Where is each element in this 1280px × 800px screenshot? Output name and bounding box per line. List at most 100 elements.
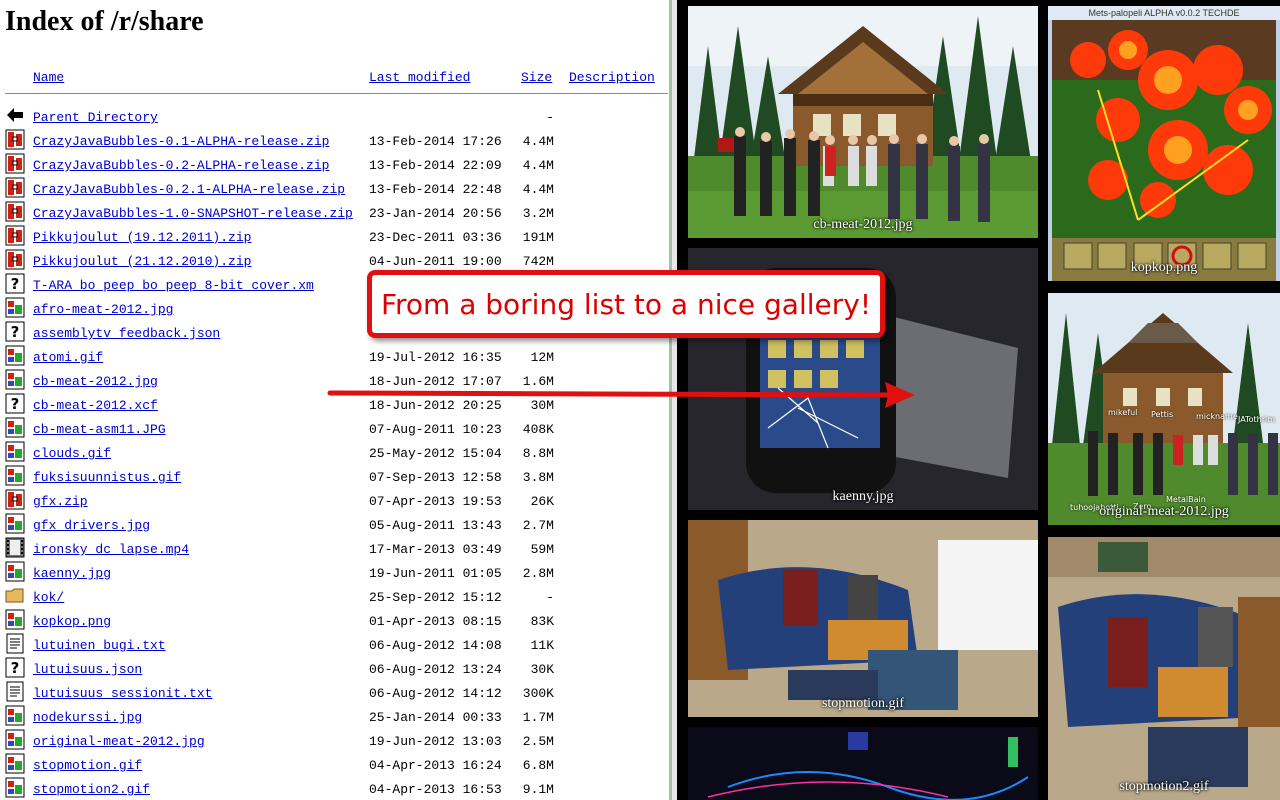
compressed-icon bbox=[5, 225, 25, 246]
image-icon bbox=[5, 417, 25, 438]
file-link[interactable]: gfx_drivers.jpg bbox=[33, 518, 150, 533]
file-size: 4.4M bbox=[522, 134, 554, 149]
gallery-tile-original-meat[interactable]: mikeful Pettis mickname JATothrim tuhooj… bbox=[1048, 293, 1280, 525]
file-size: 2.7M bbox=[522, 518, 554, 533]
file-row: nodekurssi.jpg 25-Jan-2014 00:33 1.7M bbox=[0, 704, 669, 728]
gallery-tile-cb-meat[interactable]: cb-meat-2012.jpg bbox=[688, 6, 1038, 238]
game-screenshot bbox=[1052, 20, 1276, 281]
room-photo-2 bbox=[1048, 537, 1280, 800]
image-icon bbox=[5, 753, 25, 774]
file-link[interactable]: stopmotion.gif bbox=[33, 758, 142, 773]
gallery-tile-stopmotion2[interactable]: stopmotion2.gif bbox=[1048, 537, 1280, 800]
sort-by-description-link[interactable]: Description bbox=[569, 70, 655, 85]
svg-text:?: ? bbox=[11, 323, 20, 341]
tile-caption: cb-meat-2012.jpg bbox=[813, 217, 913, 232]
person-label: mickname bbox=[1196, 412, 1238, 421]
file-date: 07-Aug-2011 10:23 bbox=[369, 422, 502, 437]
gallery-tile-dark[interactable] bbox=[688, 727, 1038, 800]
annotation-arrow bbox=[327, 382, 915, 408]
file-row: lutuisuus_sessionit.txt 06-Aug-2012 14:12… bbox=[0, 680, 669, 704]
file-size: 742M bbox=[522, 254, 554, 269]
gallery-tile-kopkop[interactable]: Mets-palopeli ALPHA v0.0.2 TECHDE kopkop… bbox=[1048, 6, 1280, 281]
file-date: 13-Feb-2014 17:26 bbox=[369, 134, 502, 149]
file-row: lutuinen_bugi.txt 06-Aug-2012 14:08 11K bbox=[0, 632, 669, 656]
file-link[interactable]: stopmotion2.gif bbox=[33, 782, 150, 797]
file-size: 30K bbox=[530, 662, 554, 677]
file-date: 19-Jul-2012 16:35 bbox=[369, 350, 502, 365]
sort-by-name-link[interactable]: Name bbox=[33, 70, 64, 85]
file-size: 4.4M bbox=[522, 158, 554, 173]
file-size: 300K bbox=[522, 686, 554, 701]
file-row: clouds.gif 25-May-2012 15:04 8.8M bbox=[0, 440, 669, 464]
room-photo bbox=[688, 520, 1038, 717]
file-link[interactable]: atomi.gif bbox=[33, 350, 103, 365]
file-link[interactable]: assemblytv_feedback.json bbox=[33, 326, 220, 341]
person-label: MetalBain bbox=[1166, 495, 1206, 504]
unknown-icon: ? bbox=[5, 321, 25, 342]
file-link[interactable]: CrazyJavaBubbles-0.1-ALPHA-release.zip bbox=[33, 134, 329, 149]
tile-caption: kaenny.jpg bbox=[832, 489, 894, 504]
file-date: 05-Aug-2011 13:43 bbox=[369, 518, 502, 533]
file-row: ironsky_dc_lapse.mp4 17-Mar-2013 03:49 59M bbox=[0, 536, 669, 560]
unknown-icon: ? bbox=[5, 393, 25, 414]
gallery-tile-stopmotion[interactable]: stopmotion.gif bbox=[688, 520, 1038, 717]
house-photo bbox=[688, 6, 1038, 238]
file-link[interactable]: cb-meat-2012.xcf bbox=[33, 398, 158, 413]
page-title: Index of /r/share bbox=[5, 6, 204, 37]
file-link[interactable]: nodekurssi.jpg bbox=[33, 710, 142, 725]
sort-by-last-modified-link[interactable]: Last modified bbox=[369, 70, 470, 85]
compressed-icon bbox=[5, 201, 25, 222]
sort-by-size-link[interactable]: Size bbox=[521, 70, 552, 85]
svg-text:?: ? bbox=[11, 275, 20, 293]
file-row: gfx.zip 07-Apr-2013 19:53 26K bbox=[0, 488, 669, 512]
image-icon bbox=[5, 729, 25, 750]
file-link[interactable]: lutuinen_bugi.txt bbox=[33, 638, 166, 653]
file-link[interactable]: Parent Directory bbox=[33, 110, 158, 125]
file-link[interactable]: CrazyJavaBubbles-0.2.1-ALPHA-release.zip bbox=[33, 182, 345, 197]
file-link[interactable]: original-meat-2012.jpg bbox=[33, 734, 205, 749]
file-link[interactable]: CrazyJavaBubbles-1.0-SNAPSHOT-release.zi… bbox=[33, 206, 353, 221]
unknown-icon: ? bbox=[5, 273, 25, 294]
file-link[interactable]: Pikkujoulut (21.12.2010).zip bbox=[33, 254, 251, 269]
file-size: 2.8M bbox=[522, 566, 554, 581]
file-link[interactable]: kaenny.jpg bbox=[33, 566, 111, 581]
file-date: 07-Sep-2013 12:58 bbox=[369, 470, 502, 485]
file-size: - bbox=[546, 590, 554, 605]
file-link[interactable]: lutuisuus_sessionit.txt bbox=[33, 686, 212, 701]
file-link[interactable]: ironsky_dc_lapse.mp4 bbox=[33, 542, 189, 557]
compressed-icon bbox=[5, 249, 25, 270]
file-size: 3.2M bbox=[522, 206, 554, 221]
file-date: 06-Aug-2012 13:24 bbox=[369, 662, 502, 677]
file-link[interactable]: CrazyJavaBubbles-0.2-ALPHA-release.zip bbox=[33, 158, 329, 173]
text-icon bbox=[5, 633, 25, 654]
file-date: 25-May-2012 15:04 bbox=[369, 446, 502, 461]
file-row: stopmotion.gif 04-Apr-2013 16:24 6.8M bbox=[0, 752, 669, 776]
image-icon bbox=[5, 441, 25, 462]
file-link[interactable]: cb-meat-2012.jpg bbox=[33, 374, 158, 389]
file-size: 191M bbox=[522, 230, 554, 245]
file-link[interactable]: T-ARA_bo_peep_bo_peep_8-bit_cover.xm bbox=[33, 278, 314, 293]
file-link[interactable]: kopkop.png bbox=[33, 614, 111, 629]
file-date: 23-Dec-2011 03:36 bbox=[369, 230, 502, 245]
file-link[interactable]: cb-meat-asm11.JPG bbox=[33, 422, 166, 437]
tile-caption: stopmotion2.gif bbox=[1119, 779, 1209, 794]
file-row: kopkop.png 01-Apr-2013 08:15 83K bbox=[0, 608, 669, 632]
compressed-icon bbox=[5, 153, 25, 174]
file-row: CrazyJavaBubbles-0.2-ALPHA-release.zip 13… bbox=[0, 152, 669, 176]
file-link[interactable]: kok/ bbox=[33, 590, 64, 605]
image-icon bbox=[5, 297, 25, 318]
file-row: cb-meat-asm11.JPG 07-Aug-2011 10:23 408K bbox=[0, 416, 669, 440]
file-link[interactable]: fuksisuunnistus.gif bbox=[33, 470, 181, 485]
compressed-icon bbox=[5, 177, 25, 198]
svg-text:?: ? bbox=[11, 659, 20, 677]
file-size: 4.4M bbox=[522, 182, 554, 197]
file-link[interactable]: lutuisuus.json bbox=[33, 662, 142, 677]
file-link[interactable]: gfx.zip bbox=[33, 494, 88, 509]
file-link[interactable]: afro-meat-2012.jpg bbox=[33, 302, 173, 317]
file-link[interactable]: Pikkujoulut (19.12.2011).zip bbox=[33, 230, 251, 245]
back-icon bbox=[5, 105, 25, 126]
compressed-icon bbox=[5, 129, 25, 150]
file-size: 12M bbox=[530, 350, 554, 365]
file-row: CrazyJavaBubbles-0.2.1-ALPHA-release.zip… bbox=[0, 176, 669, 200]
file-link[interactable]: clouds.gif bbox=[33, 446, 111, 461]
